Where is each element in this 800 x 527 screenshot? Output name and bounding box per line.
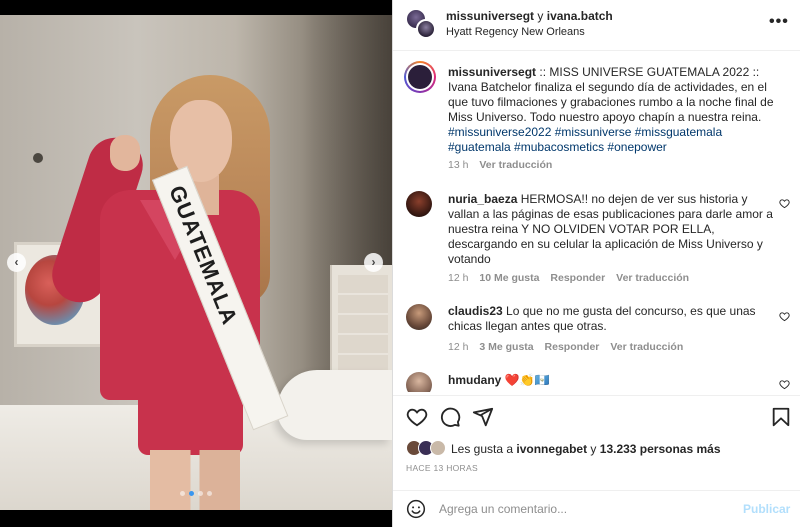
comment-username[interactable]: nuria_baeza [448,192,517,206]
likes-count[interactable]: 13.233 personas más [600,442,721,456]
comment-time[interactable]: 12 h [448,272,468,284]
more-options-icon[interactable]: ••• [769,13,789,31]
carousel-dot [198,491,203,496]
comment-time[interactable]: 12 h [448,341,468,353]
pillow [277,370,392,440]
avatar[interactable] [406,304,432,330]
post-caption: missuniversegt :: MISS UNIVERSE GUATEMAL… [448,65,774,155]
likes-prefix: Les gusta a [451,442,514,456]
translate-button[interactable]: Ver traducción [616,272,689,284]
carousel-dot [189,491,194,496]
caption-time[interactable]: 13 h [448,159,468,171]
likes-avatars [406,440,448,458]
header-username-1[interactable]: missuniversegt [446,9,534,23]
avatar [416,19,436,39]
share-icon[interactable] [472,406,494,428]
caption-translate[interactable]: Ver traducción [479,159,552,171]
comment-text: hmudany ❤️👏🇬🇹 [448,373,774,388]
header-usernames: missuniversegt y ivana.batch [446,9,613,23]
avatar [430,440,446,456]
header-sep: y [537,9,544,23]
legs [150,450,240,510]
heart-icon[interactable] [779,198,790,209]
chevron-left-icon[interactable]: ‹ [7,253,26,272]
comment-username[interactable]: hmudany [448,373,501,387]
caption-meta: 13 h Ver traducción [448,159,560,171]
carousel-dot [207,491,212,496]
avatar[interactable] [404,61,436,93]
heart-icon[interactable] [406,406,428,428]
comment-meta: 12 h 3 Me gusta Responder Ver traducción [448,341,691,353]
emoji-icon[interactable] [406,499,426,519]
avatar[interactable] [406,191,432,217]
publish-button[interactable]: Publicar [743,502,790,516]
likes-conj: y [590,442,597,456]
bookmark-icon[interactable] [770,406,792,428]
header-username-2[interactable]: ivana.batch [547,9,613,23]
likes-user[interactable]: ivonnegabet [516,442,587,456]
carousel-dots [0,491,392,496]
reply-button[interactable]: Responder [550,272,605,284]
comment-body: ❤️👏🇬🇹 [504,373,550,387]
likes-text: Les gusta a ivonnegabet y 13.233 persona… [451,442,721,456]
post-actions: Les gusta a ivonnegabet y 13.233 persona… [393,395,800,495]
collab-avatars[interactable] [406,9,436,39]
comment-icon[interactable] [439,406,461,428]
chevron-right-icon[interactable]: › [364,253,383,272]
comment-text: nuria_baeza HERMOSA!! no dejen de ver su… [448,192,774,267]
likes-summary: Les gusta a ivonnegabet y 13.233 persona… [406,440,721,458]
avatar[interactable] [406,372,432,392]
caption-hashtags[interactable]: #missuniverse2022 #missuniverse #missgua… [448,125,722,154]
wall-lamp [33,153,43,163]
red-skirt [138,355,243,455]
carousel-dot [180,491,185,496]
post-panel: missuniversegt y ivana.batch Hyatt Regen… [392,0,800,527]
hand [110,135,140,171]
reply-button[interactable]: Responder [545,341,600,353]
heart-icon[interactable] [779,379,790,390]
heart-icon[interactable] [779,311,790,322]
comment-likes[interactable]: 10 Me gusta [479,272,539,284]
comment-meta: 12 h 10 Me gusta Responder Ver traducció… [448,272,697,284]
translate-button[interactable]: Ver traducción [610,341,683,353]
location-link[interactable]: Hyatt Regency New Orleans [446,26,585,38]
post-photo: GUATEMALA [0,15,392,510]
post-header: missuniversegt y ivana.batch Hyatt Regen… [393,0,800,51]
post-timestamp[interactable]: HACE 13 HORAS [406,463,478,473]
caption-username[interactable]: missuniversegt [448,65,536,79]
comment-likes[interactable]: 3 Me gusta [479,341,533,353]
comment-bar: Publicar [393,490,800,527]
comment-username[interactable]: claudis23 [448,304,503,318]
comment-input[interactable] [439,500,729,518]
comments-list[interactable]: missuniversegt :: MISS UNIVERSE GUATEMAL… [393,52,800,392]
post-media[interactable]: GUATEMALA ‹ › [0,0,392,527]
comment-text: claudis23 Lo que no me gusta del concurs… [448,304,774,334]
